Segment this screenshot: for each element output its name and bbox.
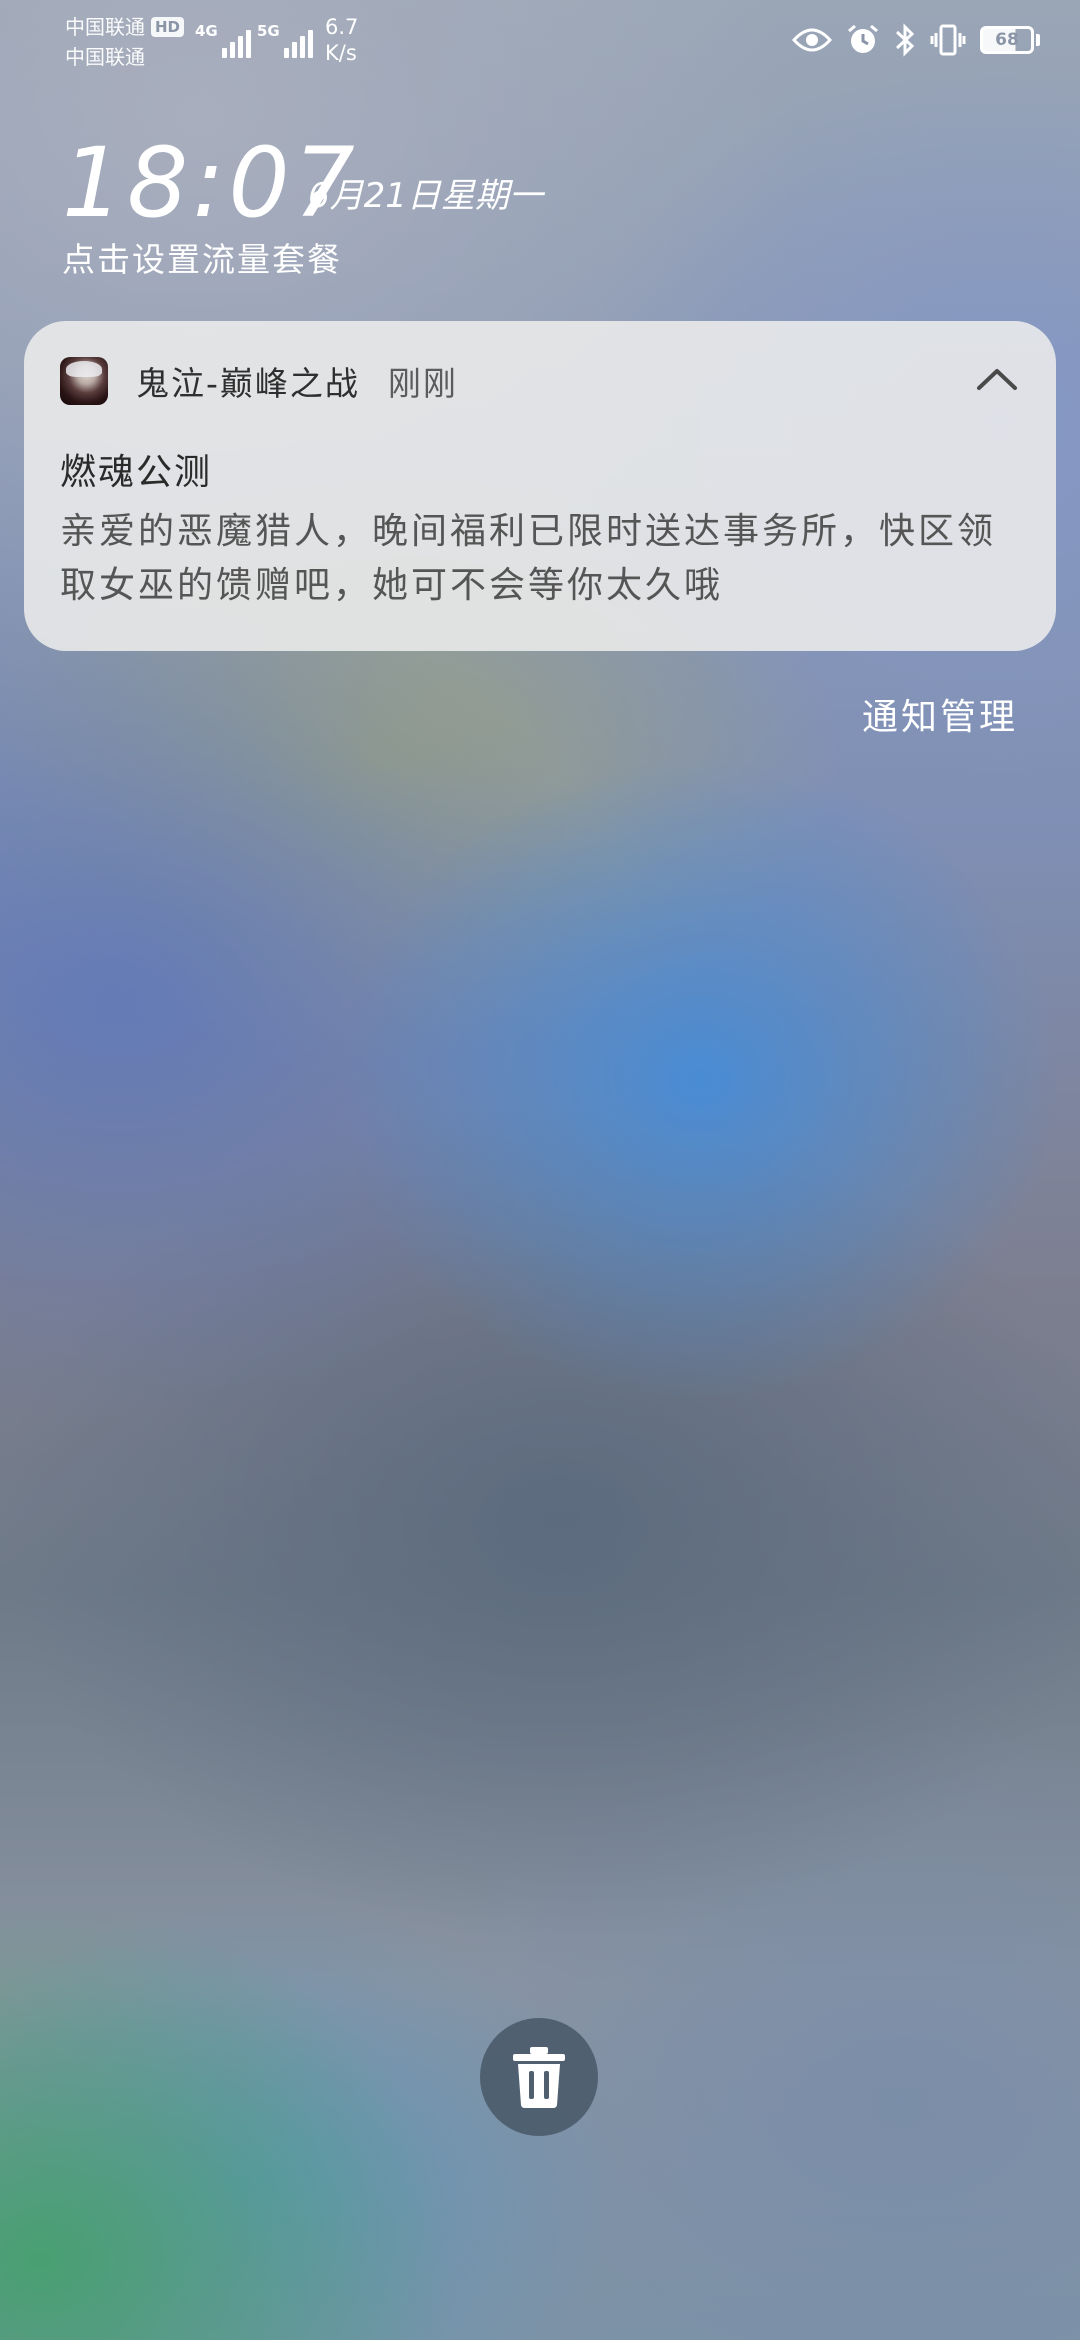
lockscreen-date: 6月21日星期一 [308,176,543,216]
notification-header: 鬼泣-巅峰之战 刚刚 [60,357,458,405]
carrier-name-1: 中国联通 [65,15,145,39]
carrier-name-2: 中国联通 [65,45,145,69]
carrier-info: 中国联通 HD 中国联通 [65,12,215,72]
network-type-label: 4G [195,22,218,40]
notification-title: 燃魂公测 [60,452,213,493]
vibrate-icon [930,23,966,57]
hd-badge: HD [151,17,185,37]
signal-strength-icon: 4G [195,18,254,58]
clear-all-notifications-button[interactable] [480,2018,598,2136]
notification-app-name: 鬼泣-巅峰之战 [136,364,360,403]
battery-icon: 68 [980,26,1040,54]
notification-management-button[interactable]: 通知管理 [862,694,1018,742]
status-bar: 中国联通 HD 中国联通 4G 5G 6.7 K/s 68 [0,0,1080,80]
status-icons: 68 [778,18,1040,62]
battery-level: 68 [980,26,1034,54]
notification-body: 亲爱的恶魔猎人，晚间福利已限时送达事务所，快区领取女巫的馈赠吧，她可不会等你太久… [60,511,997,606]
bluetooth-icon [894,23,916,57]
signal-strength-5g-icon: 5G [257,18,316,58]
collapse-notification-button[interactable] [972,357,1022,401]
chevron-up-icon [977,369,1017,390]
data-plan-link[interactable]: 点击设置流量套餐 [62,238,342,282]
alarm-icon [846,23,880,57]
network-type-label: 5G [257,22,280,40]
trash-icon [513,2047,565,2108]
notification-card[interactable]: 鬼泣-巅峰之战 刚刚 燃魂公测 亲爱的恶魔猎人，晚间福利已限时送达事务所，快区领… [24,321,1056,651]
eye-icon [792,26,832,54]
network-speed-unit: K/s [325,41,357,65]
app-icon [60,357,108,405]
network-speed-value: 6.7 [325,15,359,39]
network-speed: 6.7 K/s [325,14,358,66]
notification-time: 刚刚 [387,364,458,403]
